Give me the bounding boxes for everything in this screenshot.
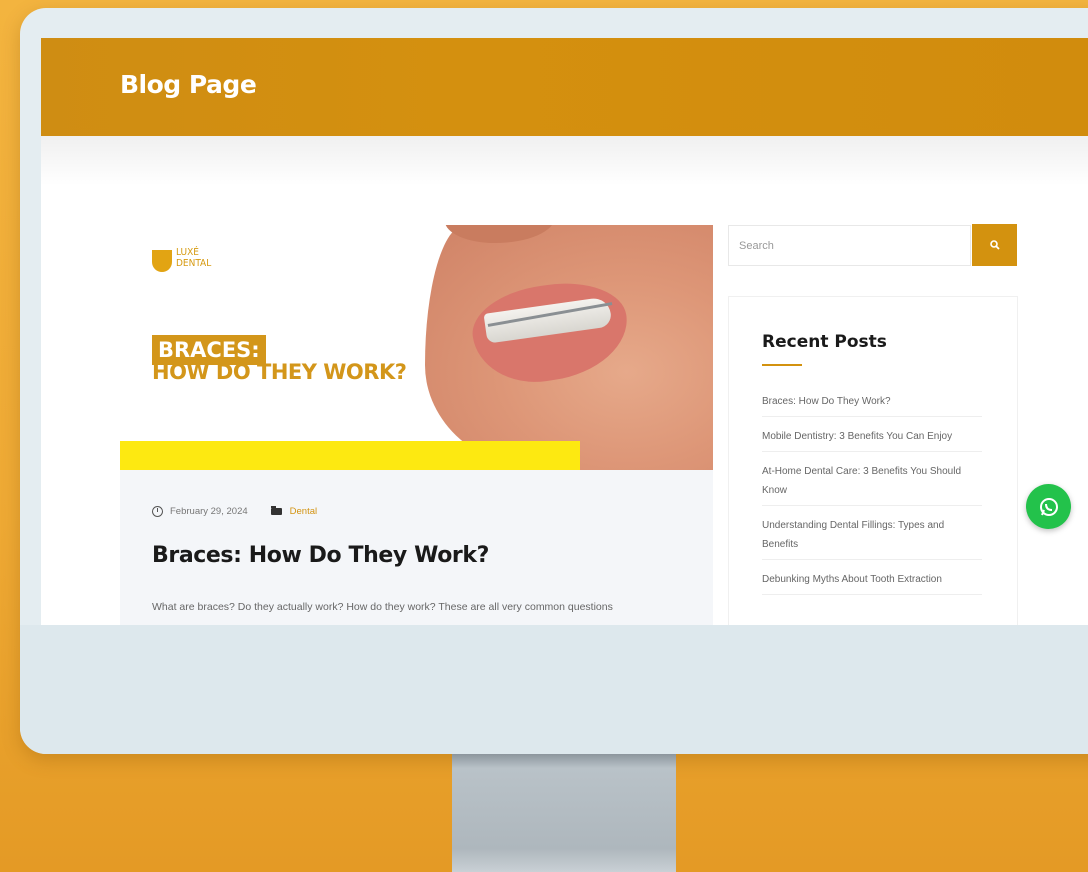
featured-yellow-band [120,441,580,470]
recent-posts-list: Braces: How Do They Work? Mobile Dentist… [762,389,982,602]
post-title[interactable]: Braces: How Do They Work? [152,543,489,568]
recent-post-link[interactable]: Braces: How Do They Work? [762,389,982,417]
browser-screen: Blog Page LUXÉ DENTAL BRACES: HOW DO THE… [41,38,1088,625]
title-underline [762,364,802,366]
page-title: Blog Page [120,70,257,99]
monitor-stand [452,754,676,872]
page-header: Blog Page [41,38,1088,136]
brand-logo: LUXÉ DENTAL [176,247,211,269]
recent-post-link[interactable]: Mobile Dentistry: 3 Benefits You Can Enj… [762,424,982,452]
nose-shape [445,225,555,243]
whatsapp-chat-button[interactable] [1026,484,1071,529]
featured-subtitle: HOW DO THEY WORK? [152,360,407,384]
monitor-bezel [20,625,1088,754]
post-meta: February 29, 2024 Dental [152,506,317,517]
folder-icon [270,506,282,515]
recent-post-link[interactable]: At-Home Dental Care: 3 Benefits You Shou… [762,459,982,506]
recent-posts-title: Recent Posts [762,332,887,352]
recent-posts-widget: Recent Posts Braces: How Do They Work? M… [728,296,1018,625]
tooth-logo-icon [152,250,172,272]
post-date: February 29, 2024 [170,506,248,517]
search-button[interactable] [972,224,1017,266]
search-icon [989,240,1000,250]
featured-image[interactable]: LUXÉ DENTAL BRACES: HOW DO THEY WORK? [120,225,713,470]
post-card: February 29, 2024 Dental Braces: How Do … [120,470,713,625]
recent-post-link[interactable]: Debunking Myths About Tooth Extraction [762,567,982,595]
recent-post-link[interactable]: Understanding Dental Fillings: Types and… [762,513,982,560]
search-input[interactable]: Search [728,225,971,266]
clock-icon [152,506,163,517]
brand-logo-line-2: DENTAL [176,258,212,269]
smile-photo [425,225,713,470]
post-category-link[interactable]: Dental [290,506,317,517]
header-shadow [41,136,1088,186]
post-excerpt: What are braces? Do they actually work? … [152,601,613,613]
whatsapp-icon [1039,497,1058,516]
brand-logo-line-1: LUXÉ [176,247,199,258]
